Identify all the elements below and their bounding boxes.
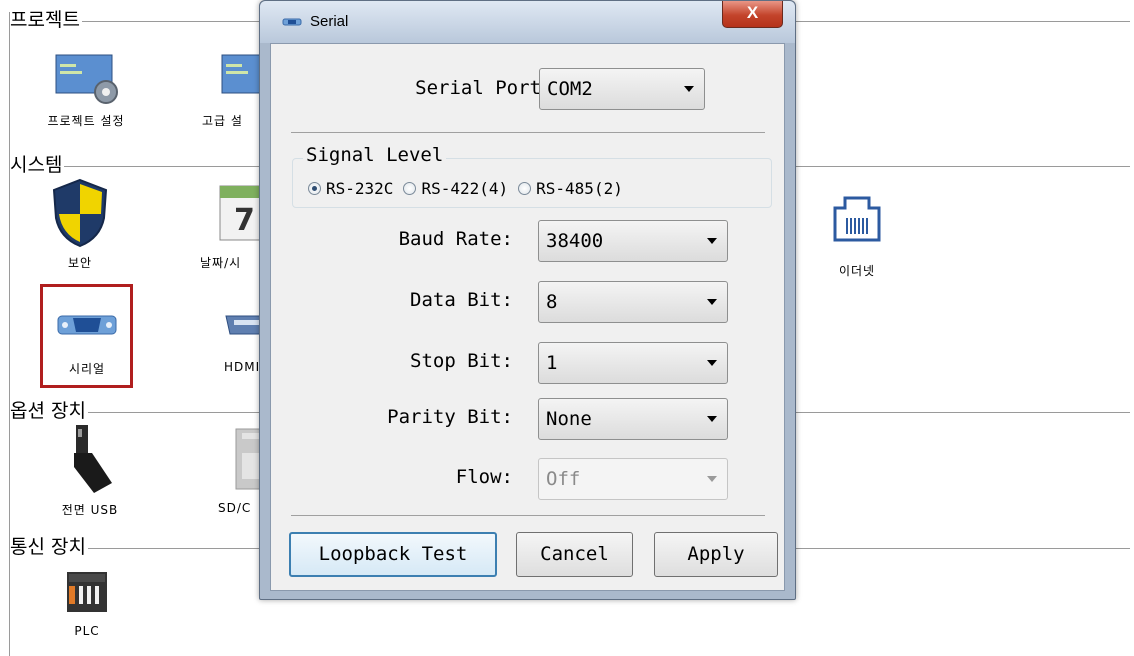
chevron-down-icon [684, 86, 694, 92]
parity-bit-value: None [546, 408, 592, 430]
radio-rs422[interactable]: RS-422(4) [403, 179, 508, 198]
svg-text:7: 7 [234, 203, 255, 238]
separator [291, 515, 765, 516]
apply-button[interactable]: Apply [654, 532, 778, 577]
baud-rate-value: 38400 [546, 230, 604, 252]
stop-bit-select[interactable]: 1 [538, 342, 728, 384]
section-title-comm: 통신 장치 [10, 536, 88, 558]
flow-label: Flow: [455, 466, 513, 488]
stop-bit-label: Stop Bit: [410, 350, 513, 372]
chevron-down-icon [707, 360, 717, 366]
front-usb-tile[interactable]: 전면 USB [30, 423, 150, 518]
project-settings-icon [55, 54, 118, 104]
radio-rs485[interactable]: RS-485(2) [518, 179, 623, 198]
shield-icon [52, 178, 108, 248]
front-usb-label: 전면 USB [61, 503, 119, 517]
signal-level-options: RS-232C RS-422(4) RS-485(2) [308, 179, 633, 198]
radio-rs232c[interactable]: RS-232C [308, 179, 393, 198]
section-title-options: 옵션 장치 [10, 400, 88, 422]
ethernet-tile[interactable]: 이더넷 [797, 192, 917, 279]
cancel-button[interactable]: Cancel [516, 532, 633, 577]
radio-unchecked-icon [518, 182, 532, 195]
data-bit-label: Data Bit: [410, 289, 513, 311]
data-bit-value: 8 [546, 291, 558, 313]
separator [291, 132, 765, 133]
plc-tile[interactable]: PLC [27, 570, 147, 638]
serial-label: 시리얼 [68, 362, 106, 376]
project-settings-label: 프로젝트 설정 [47, 114, 125, 128]
chevron-down-icon [707, 416, 717, 422]
flow-select: Off [538, 458, 728, 500]
section-title-project: 프로젝트 [10, 9, 82, 31]
baud-rate-label: Baud Rate: [398, 228, 513, 250]
parity-bit-select[interactable]: None [538, 398, 728, 440]
dialog-titlebar[interactable]: Serial X [260, 1, 795, 43]
radio-unchecked-icon [403, 182, 417, 195]
radio-label: RS-232C [326, 179, 394, 198]
plc-device-icon [67, 572, 107, 612]
close-button[interactable]: X [722, 1, 783, 28]
security-tile[interactable]: 보안 [20, 178, 140, 271]
serial-tile[interactable]: 시리얼 [27, 304, 147, 377]
stop-bit-value: 1 [546, 352, 558, 374]
signal-level-title: Signal Level [303, 144, 447, 166]
dialog-title: Serial [310, 13, 349, 30]
project-settings-tile[interactable]: 프로젝트 설정 [26, 52, 146, 129]
section-title-system: 시스템 [10, 154, 65, 176]
chevron-down-icon [707, 238, 717, 244]
flow-value: Off [546, 468, 581, 490]
serial-port-select[interactable]: COM2 [539, 68, 705, 110]
dialog-client-area: Serial Port COM2 Signal Level RS-232C RS… [270, 43, 785, 591]
ethernet-label: 이더넷 [838, 264, 876, 278]
loopback-test-button[interactable]: Loopback Test [289, 532, 497, 577]
data-bit-select[interactable]: 8 [538, 281, 728, 323]
plc-label: PLC [74, 624, 100, 638]
chevron-down-icon [707, 476, 717, 482]
ethernet-port-icon [833, 196, 881, 242]
radio-checked-icon [308, 182, 321, 195]
radio-label: RS-422(4) [421, 179, 509, 198]
chevron-down-icon [707, 299, 717, 305]
security-label: 보안 [67, 256, 93, 270]
serial-port-value: COM2 [547, 78, 593, 100]
serial-port-label: Serial Port [415, 77, 541, 99]
baud-rate-select[interactable]: 38400 [538, 220, 728, 262]
serial-port-icon [57, 315, 117, 335]
serial-dialog: Serial X Serial Port COM2 Signal Level R… [259, 0, 796, 600]
radio-label: RS-485(2) [536, 179, 623, 198]
usb-cable-icon [74, 425, 112, 493]
serial-title-icon [282, 18, 302, 26]
parity-bit-label: Parity Bit: [387, 406, 513, 428]
close-icon: X [746, 3, 759, 22]
panel-border [9, 12, 10, 656]
